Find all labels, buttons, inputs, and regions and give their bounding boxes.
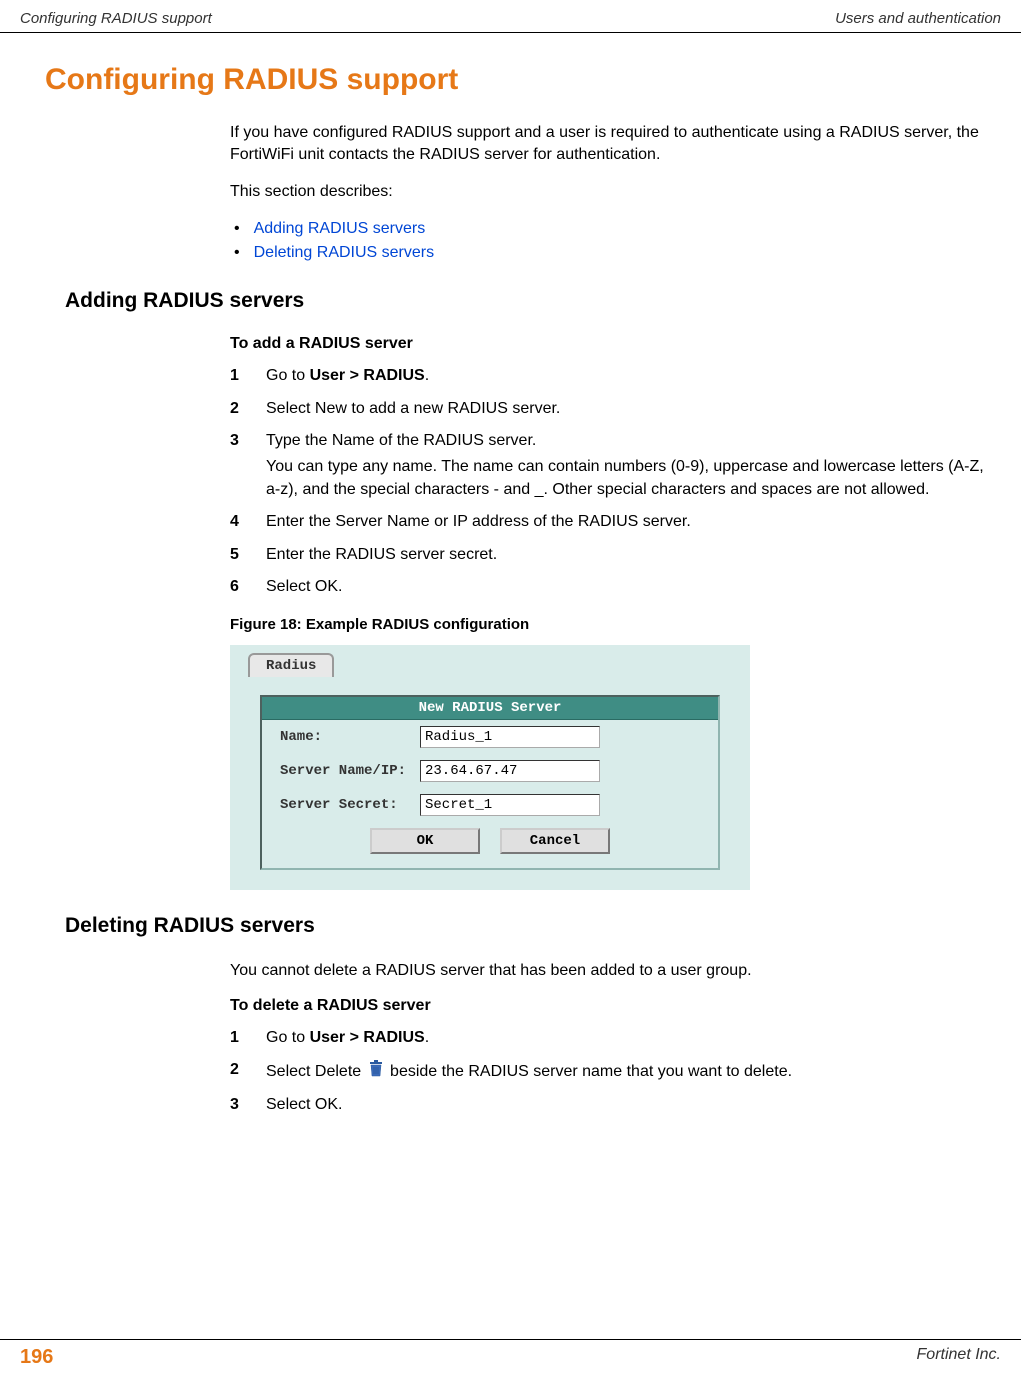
step-number: 1: [230, 1027, 266, 1049]
step-number: 5: [230, 544, 266, 566]
step-text: Go to User > RADIUS.: [266, 1027, 991, 1049]
step-text: Select New to add a new RADIUS server.: [266, 398, 991, 420]
step-number: 6: [230, 576, 266, 598]
cancel-button[interactable]: Cancel: [500, 828, 610, 854]
link-adding-radius[interactable]: Adding RADIUS servers: [254, 220, 426, 237]
form-row-server: Server Name/IP:: [262, 754, 718, 788]
figure-caption: Figure 18: Example RADIUS configuration: [230, 616, 991, 633]
step-text-bold: User > RADIUS: [310, 367, 425, 384]
server-label: Server Name/IP:: [280, 763, 420, 779]
step-text: Go to User > RADIUS.: [266, 365, 991, 387]
del-step-3: 3 Select OK.: [230, 1094, 991, 1116]
page-footer: 196 Fortinet Inc.: [0, 1339, 1021, 1369]
step-number: 3: [230, 430, 266, 501]
step-text: Enter the RADIUS server secret.: [266, 544, 991, 566]
step-text-bold: User > RADIUS: [310, 1029, 425, 1046]
step-number: 3: [230, 1094, 266, 1116]
step-text: Select Delete beside the RADIUS server n…: [266, 1059, 991, 1084]
page-number: 196: [20, 1346, 53, 1369]
subsection-deleting: Deleting RADIUS servers: [65, 914, 1001, 938]
footer-company: Fortinet Inc.: [917, 1346, 1001, 1369]
add-step-1: 1 Go to User > RADIUS.: [230, 365, 991, 387]
name-label: Name:: [280, 729, 420, 745]
add-step-5: 5 Enter the RADIUS server secret.: [230, 544, 991, 566]
step-number: 2: [230, 1059, 266, 1084]
step-text-pre: Go to: [266, 367, 310, 384]
server-input[interactable]: [420, 760, 600, 782]
step-text-post: beside the RADIUS server name that you w…: [386, 1063, 792, 1080]
secret-input[interactable]: [420, 794, 600, 816]
panel-title: New RADIUS Server: [262, 697, 718, 720]
step-text: Select OK.: [266, 576, 991, 598]
radius-tab[interactable]: Radius: [248, 653, 334, 677]
step-text-pre: Select Delete: [266, 1063, 366, 1080]
form-row-secret: Server Secret:: [262, 788, 718, 822]
step-text-pre: Go to: [266, 1029, 310, 1046]
intro-paragraph-1: If you have configured RADIUS support an…: [230, 122, 991, 167]
subsection-adding: Adding RADIUS servers: [65, 289, 1001, 313]
step-text-post: .: [425, 1029, 429, 1046]
step-text: Enter the Server Name or IP address of t…: [266, 511, 991, 533]
add-step-3: 3 Type the Name of the RADIUS server. Yo…: [230, 430, 991, 501]
secret-label: Server Secret:: [280, 797, 420, 813]
dialog-button-row: OK Cancel: [262, 822, 718, 854]
add-step-2: 2 Select New to add a new RADIUS server.: [230, 398, 991, 420]
del-step-1: 1 Go to User > RADIUS.: [230, 1027, 991, 1049]
del-step-2: 2 Select Delete beside the RADIUS server…: [230, 1059, 991, 1084]
ok-button[interactable]: OK: [370, 828, 480, 854]
intro-paragraph-2: This section describes:: [230, 181, 991, 203]
delete-intro: You cannot delete a RADIUS server that h…: [230, 960, 991, 982]
step-text: Type the Name of the RADIUS server. You …: [266, 430, 991, 501]
name-input[interactable]: [420, 726, 600, 748]
step-text-main: Type the Name of the RADIUS server.: [266, 432, 536, 449]
step-text: Select OK.: [266, 1094, 991, 1116]
radius-panel: New RADIUS Server Name: Server Name/IP: …: [260, 695, 720, 870]
step-number: 2: [230, 398, 266, 420]
section-title: Configuring RADIUS support: [45, 63, 1001, 97]
link-deleting-radius[interactable]: Deleting RADIUS servers: [254, 244, 435, 261]
step-text-post: .: [425, 367, 429, 384]
form-row-name: Name:: [262, 720, 718, 754]
header-left: Configuring RADIUS support: [20, 10, 212, 27]
header-right: Users and authentication: [835, 10, 1001, 27]
toc-bullet-list: Adding RADIUS servers Deleting RADIUS se…: [230, 217, 991, 265]
step-number: 4: [230, 511, 266, 533]
main-content: Configuring RADIUS support If you have c…: [0, 63, 1021, 1117]
step-number: 1: [230, 365, 266, 387]
add-step-6: 6 Select OK.: [230, 576, 991, 598]
add-step-4: 4 Enter the Server Name or IP address of…: [230, 511, 991, 533]
procedure-add-title: To add a RADIUS server: [230, 335, 991, 353]
step-subtext: You can type any name. The name can cont…: [266, 456, 991, 501]
radius-config-dialog: Radius New RADIUS Server Name: Server Na…: [230, 645, 750, 890]
trash-icon: [368, 1059, 384, 1084]
procedure-delete-title: To delete a RADIUS server: [230, 997, 991, 1015]
page-header: Configuring RADIUS support Users and aut…: [0, 0, 1021, 33]
